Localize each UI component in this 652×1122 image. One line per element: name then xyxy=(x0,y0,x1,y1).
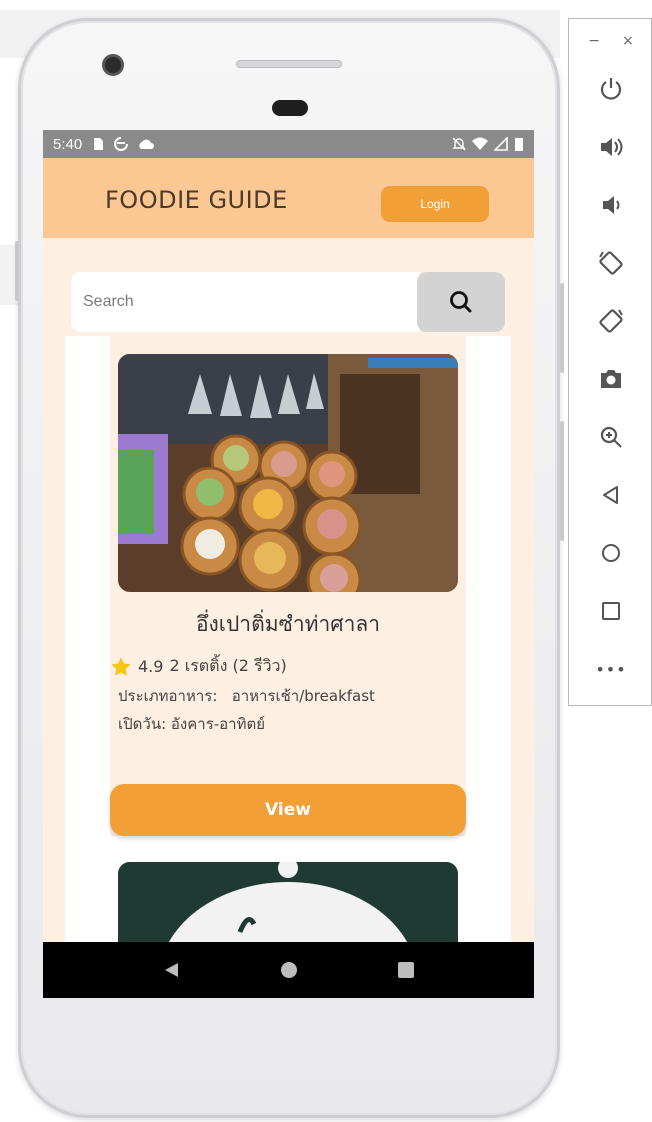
next-card-logo-image xyxy=(118,862,458,942)
emulator-control-panel: − × ••• xyxy=(568,18,652,706)
overview-icon xyxy=(602,602,620,620)
rating-value: 4.9 xyxy=(138,657,164,676)
front-camera-icon xyxy=(102,54,124,76)
search-button[interactable] xyxy=(417,272,505,332)
next-restaurant-photo xyxy=(118,862,458,942)
screenshot-button[interactable] xyxy=(591,359,631,399)
rotate-left-icon xyxy=(599,251,623,275)
proximity-sensor xyxy=(272,100,308,116)
battery-icon xyxy=(515,138,523,151)
power-button[interactable] xyxy=(591,69,631,109)
open-days-row: เปิดวัน: อังคาร-อาทิตย์ xyxy=(118,712,265,736)
status-bar: 5:40 xyxy=(43,130,534,158)
nav-home-icon[interactable] xyxy=(280,961,298,979)
status-time: 5:40 xyxy=(53,135,83,153)
category-row: ประเภทอาหาร: อาหารเช้า/breakfast xyxy=(118,684,375,708)
rotate-right-button[interactable] xyxy=(591,301,631,341)
rating-count: 2 เรตติ้ง (2 รีวิว) xyxy=(169,656,287,675)
restaurant-card: อึ่งเปาติ่มซำท่าศาลา 4.9 2 เรตติ้ง (2 รี… xyxy=(110,336,466,836)
nav-overview-icon[interactable] xyxy=(397,961,415,979)
zoom-button[interactable] xyxy=(591,417,631,457)
volume-down-icon xyxy=(603,196,620,214)
cloud-icon xyxy=(139,139,155,149)
window-controls: − × xyxy=(569,33,652,49)
search-bar: Search xyxy=(71,272,505,332)
android-nav-bar xyxy=(43,942,534,998)
category-value: อาหารเช้า/breakfast xyxy=(231,687,375,705)
volume-up-icon xyxy=(601,138,623,156)
power-icon xyxy=(600,78,622,100)
nav-back-icon[interactable] xyxy=(163,961,181,979)
volume-up-button[interactable] xyxy=(591,127,631,167)
camera-icon xyxy=(601,370,621,388)
dim-sum-photo-image xyxy=(118,354,458,592)
star-icon xyxy=(111,656,131,676)
search-input[interactable]: Search xyxy=(71,272,419,332)
window-close-button[interactable]: × xyxy=(622,33,634,49)
phone-power-button xyxy=(560,421,564,541)
restaurant-list: อึ่งเปาติ่มซำท่าศาลา 4.9 2 เรตติ้ง (2 รี… xyxy=(65,336,511,942)
rating-row: 4.9 2 เรตติ้ง (2 รีวิว) xyxy=(110,654,287,679)
category-label: ประเภทอาหาร: xyxy=(118,687,218,705)
earpiece-speaker xyxy=(236,60,342,68)
zoom-icon xyxy=(600,426,622,448)
search-icon xyxy=(450,291,472,313)
phone-screen: 5:40 FOODIE GUIDE Login Search อึ่งเปาติ… xyxy=(43,130,534,998)
view-button[interactable]: View xyxy=(110,784,466,836)
back-icon xyxy=(603,486,618,504)
home-icon xyxy=(602,544,620,562)
open-days-value: อังคาร-อาทิตย์ xyxy=(170,715,266,733)
volume-down-button[interactable] xyxy=(591,185,631,225)
home-button[interactable] xyxy=(591,533,631,573)
app-title: FOODIE GUIDE xyxy=(105,186,288,214)
open-days-label: เปิดวัน: xyxy=(118,715,167,733)
login-button[interactable]: Login xyxy=(381,186,489,222)
phone-side-button xyxy=(15,241,19,301)
app-bar: FOODIE GUIDE Login xyxy=(43,158,534,238)
rotate-right-icon xyxy=(599,309,623,333)
mute-icon xyxy=(452,137,466,151)
restaurant-photo xyxy=(118,354,458,592)
more-button[interactable]: ••• xyxy=(591,649,631,689)
sync-icon xyxy=(114,137,129,151)
wifi-icon xyxy=(472,137,488,150)
more-icon: ••• xyxy=(595,659,627,679)
window-minimize-button[interactable]: − xyxy=(588,33,600,49)
phone-volume-button xyxy=(560,283,564,373)
sd-card-icon xyxy=(94,138,104,150)
rotate-left-button[interactable] xyxy=(591,243,631,283)
back-button[interactable] xyxy=(591,475,631,515)
cell-signal-icon xyxy=(494,137,508,151)
restaurant-name: อึ่งเปาติ่มซำท่าศาลา xyxy=(195,612,381,636)
content-area: Search อึ่งเปาติ่มซำท่าศาลา 4.9 2 เรตติ้… xyxy=(43,238,534,942)
overview-button[interactable] xyxy=(591,591,631,631)
